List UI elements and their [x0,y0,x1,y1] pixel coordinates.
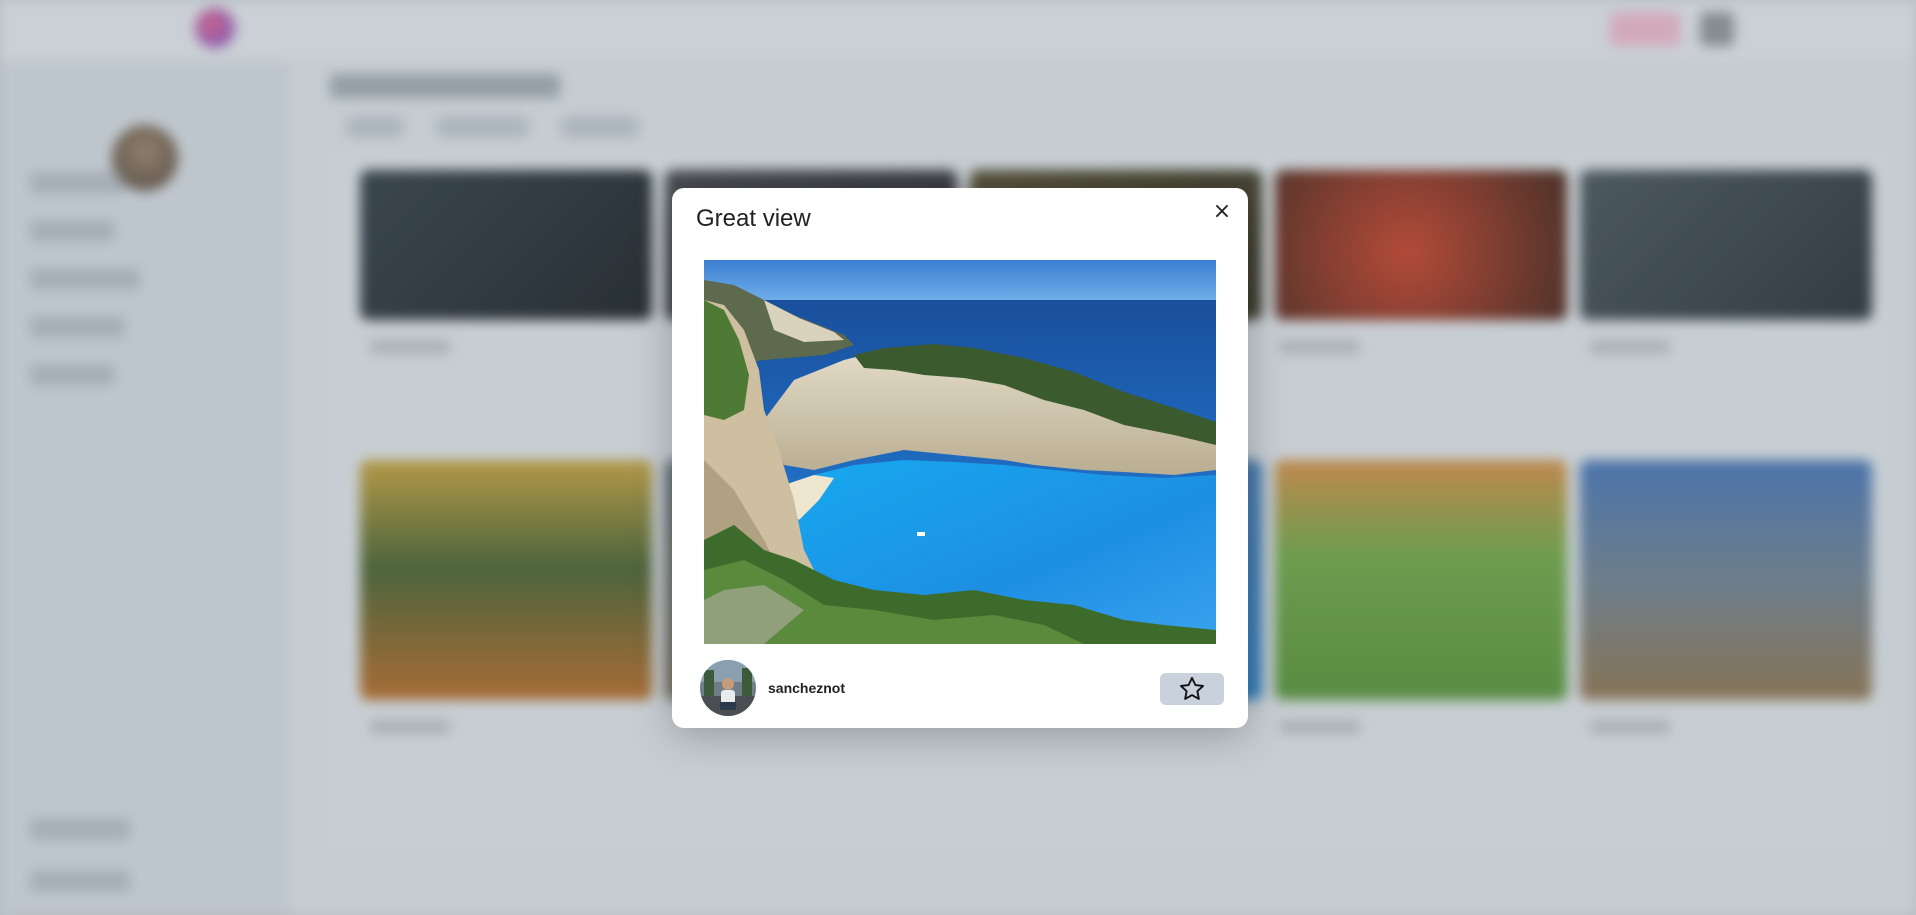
photo-modal: Great view × sancheznot [672,188,1248,728]
photo-image [704,260,1216,644]
favorite-button[interactable] [1160,673,1224,705]
modal-title: Great view [696,205,811,232]
star-outline-icon [1179,676,1205,700]
author-username[interactable]: sancheznot [768,680,845,696]
close-button[interactable]: × [1208,198,1236,226]
avatar[interactable] [700,660,756,716]
close-icon: × [1212,199,1232,224]
